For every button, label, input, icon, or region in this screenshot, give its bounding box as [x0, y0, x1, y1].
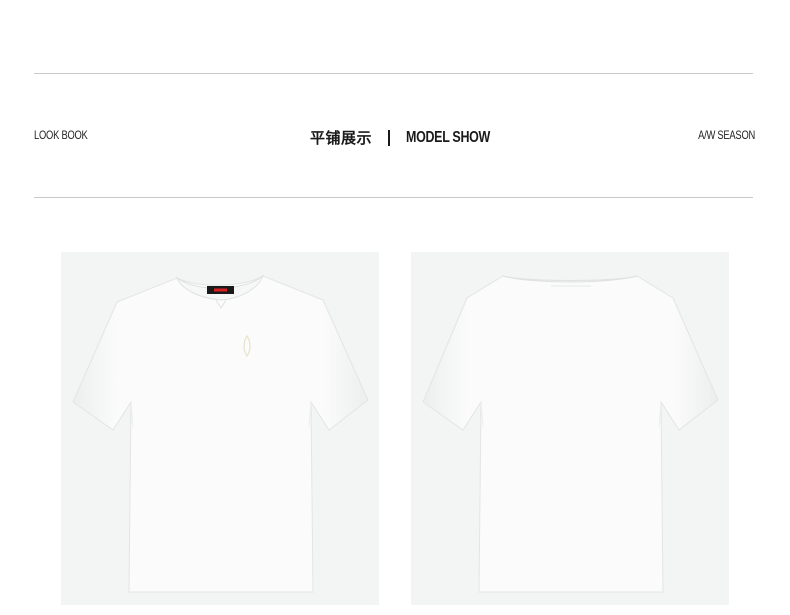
title-divider	[388, 129, 391, 146]
tshirt-front-image	[72, 274, 369, 593]
tshirt-body	[72, 275, 369, 593]
tshirt-back-photo	[411, 252, 729, 605]
bottom-divider	[34, 197, 753, 198]
look-book-label: LOOK BOOK	[34, 128, 88, 142]
brand-label-icon	[207, 286, 234, 294]
season-label: A/W SEASON	[698, 128, 755, 142]
section-title-en: MODEL SHOW	[406, 128, 491, 146]
top-divider	[34, 73, 753, 74]
section-title: 平铺展示 MODEL SHOW	[310, 127, 514, 148]
tshirt-back-body	[422, 275, 719, 593]
section-title-cn: 平铺展示	[310, 129, 373, 147]
tshirt-front-photo	[61, 252, 379, 605]
tshirt-back-image	[422, 275, 719, 593]
